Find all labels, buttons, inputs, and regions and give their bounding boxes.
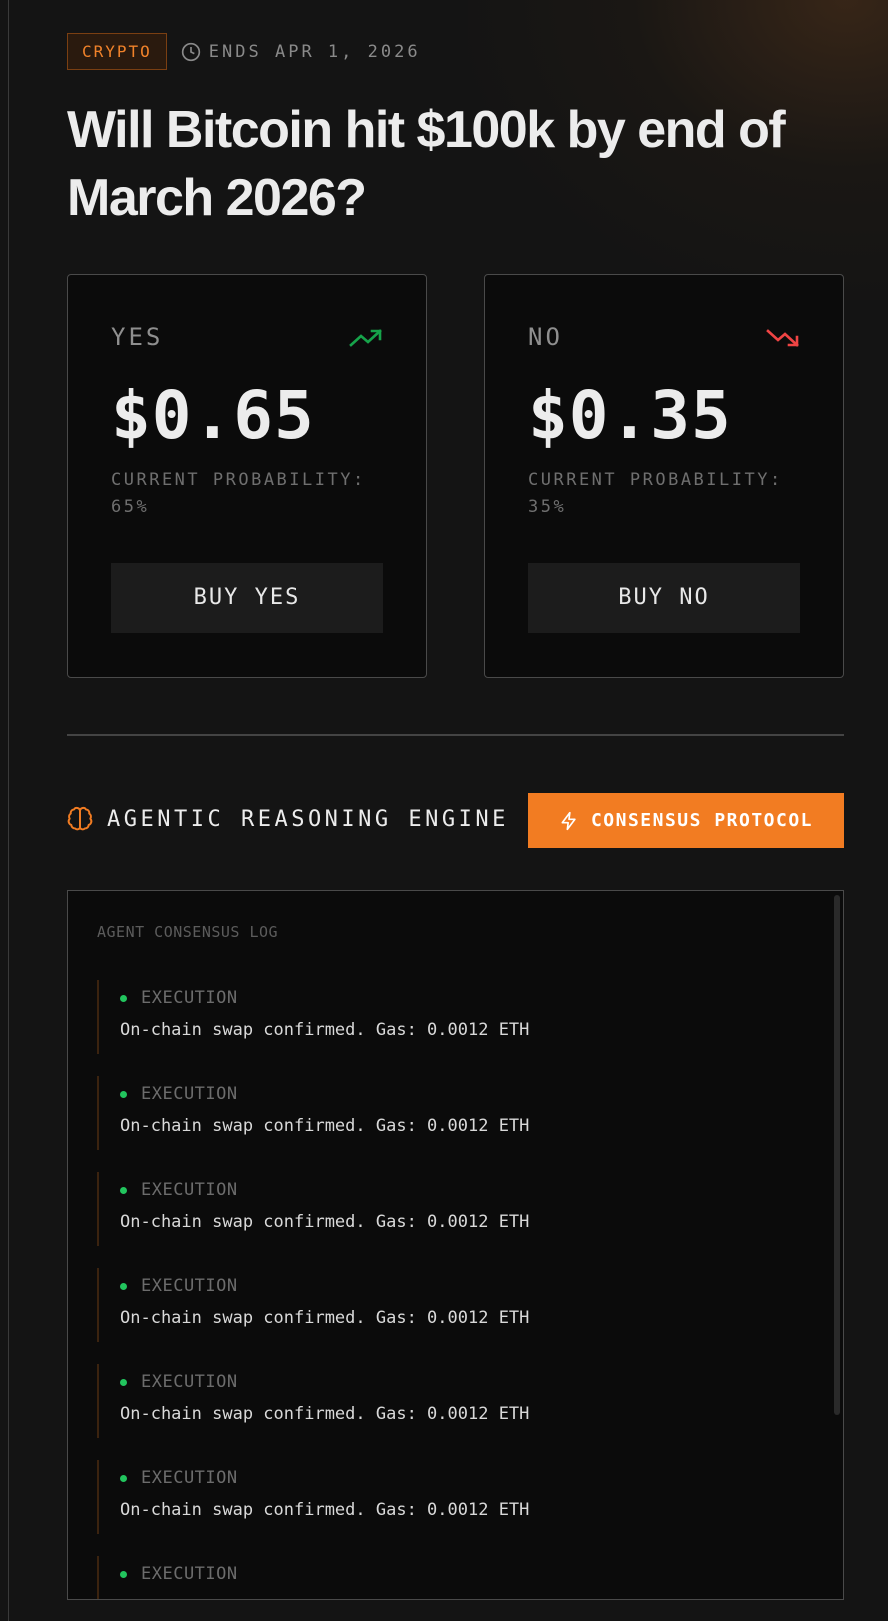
log-entry-message: On-chain swap confirmed. Gas: 0.0012 ETH [120,1404,530,1424]
consensus-log-panel[interactable]: AGENT CONSENSUS LOG EXECUTION On-chain s… [67,890,844,1600]
log-entry-type: EXECUTION [141,988,238,1008]
buy-yes-button[interactable]: BUY YES [111,563,383,633]
yes-probability-label: CURRENT PROBABILITY: [111,470,366,490]
log-entry: EXECUTION On-chain swap confirmed. Gas: … [97,1076,797,1150]
left-border [8,0,9,1621]
no-price: $0.35 [528,377,732,454]
engine-title-text: AGENTIC REASONING ENGINE [107,806,509,832]
yes-price: $0.65 [111,377,315,454]
log-entry-message: On-chain swap confirmed. Gas: 0.0012 ETH [120,1116,530,1136]
log-entry: EXECUTION On-chain swap confirmed. Gas: … [97,1172,797,1246]
log-entry-type: EXECUTION [141,1276,238,1296]
clock-icon [181,42,200,61]
market-title: Will Bitcoin hit $100k by end of March 2… [67,101,786,227]
market-meta: CRYPTO ENDS APR 1, 2026 [67,33,421,70]
log-entry-type: EXECUTION [141,1372,238,1392]
status-dot [120,994,127,1002]
log-entry: EXECUTION On-chain swap confirmed. Gas: … [97,1460,797,1534]
status-dot [120,1570,127,1578]
log-entry: EXECUTION On-chain swap confirmed. Gas: … [97,980,797,1054]
log-entry-message: On-chain swap confirmed. Gas: 0.0012 ETH [120,1500,530,1520]
log-entry-type: EXECUTION [141,1084,238,1104]
no-label: NO [528,323,563,351]
log-entry: EXECUTION On-chain swap confirmed. Gas: … [97,1268,797,1342]
log-entry-type: EXECUTION [141,1468,238,1488]
status-dot [120,1186,127,1194]
yes-label: YES [111,323,164,351]
category-tag[interactable]: CRYPTO [67,33,167,70]
log-title: AGENT CONSENSUS LOG [97,923,279,941]
status-dot [120,1474,127,1482]
yes-probability-value: 65% [111,497,150,517]
log-list: EXECUTION On-chain swap confirmed. Gas: … [97,980,797,1599]
log-entry-type: EXECUTION [141,1180,238,1200]
log-entry: EXECUTION [97,1556,797,1599]
engine-header: AGENTIC REASONING ENGINE CONSENSUS PROTO… [67,793,844,848]
engine-title: AGENTIC REASONING ENGINE [67,806,509,832]
log-entry-message: On-chain swap confirmed. Gas: 0.0012 ETH [120,1020,530,1040]
status-dot [120,1090,127,1098]
trending-up-icon [349,329,382,347]
log-entry-type: EXECUTION [141,1564,238,1584]
end-date: ENDS APR 1, 2026 [181,42,421,62]
no-probability-label: CURRENT PROBABILITY: [528,470,783,490]
log-entry-message: On-chain swap confirmed. Gas: 0.0012 ETH [120,1308,530,1328]
consensus-protocol-label: CONSENSUS PROTOCOL [590,810,814,831]
section-divider [67,734,844,736]
no-probability-value: 35% [528,497,567,517]
brain-icon [67,807,93,831]
yes-outcome-card: YES $0.65 CURRENT PROBABILITY: 65% BUY Y… [67,274,427,678]
status-dot [120,1378,127,1386]
trending-down-icon [766,329,799,347]
end-date-text: ENDS APR 1, 2026 [208,41,421,62]
status-dot [120,1282,127,1290]
log-entry: EXECUTION On-chain swap confirmed. Gas: … [97,1364,797,1438]
log-entry-message: On-chain swap confirmed. Gas: 0.0012 ETH [120,1212,530,1232]
lightning-icon [561,811,576,830]
buy-no-button[interactable]: BUY NO [528,563,800,633]
consensus-protocol-button[interactable]: CONSENSUS PROTOCOL [528,793,844,848]
no-outcome-card: NO $0.35 CURRENT PROBABILITY: 35% BUY NO [484,274,844,678]
log-scrollbar[interactable] [834,895,840,1415]
